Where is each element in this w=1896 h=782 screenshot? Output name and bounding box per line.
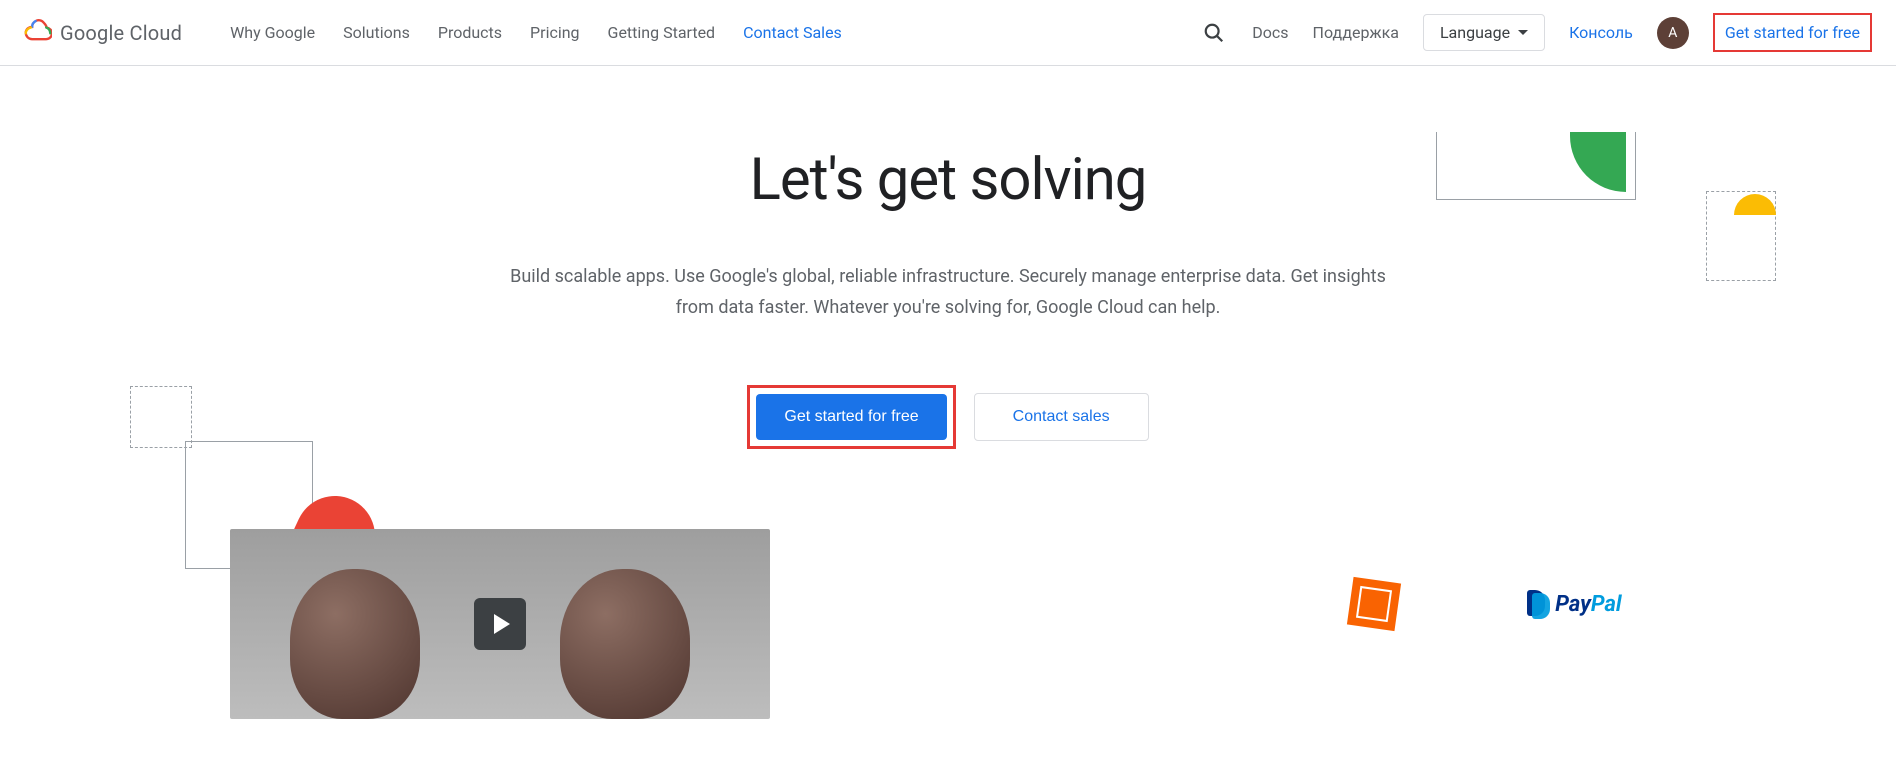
hero-subtitle: Build scalable apps. Use Google's global…: [508, 262, 1388, 323]
paypal-logo: PayPal: [1527, 590, 1621, 618]
brand-text: Google Cloud: [60, 21, 182, 45]
avatar-letter: A: [1668, 25, 1677, 41]
play-icon: [474, 598, 526, 650]
contact-sales-hero-label: Contact sales: [1013, 408, 1110, 425]
highlight-box: Get started for free: [747, 385, 955, 449]
docs-link[interactable]: Docs: [1252, 23, 1288, 42]
customer-logos-card: PayPal: [1256, 529, 1716, 679]
hero-section: Let's get solving Build scalable apps. U…: [0, 66, 1896, 719]
paypal-text-pal: Pal: [1591, 592, 1622, 617]
get-started-top-button[interactable]: Get started for free: [1713, 13, 1872, 52]
person-image-right: [560, 569, 690, 719]
avatar[interactable]: A: [1657, 17, 1689, 49]
search-icon[interactable]: [1200, 19, 1228, 47]
language-label: Language: [1440, 23, 1510, 42]
paypal-text-pay: Pay: [1555, 592, 1591, 617]
contact-sales-hero-button[interactable]: Contact sales: [974, 393, 1149, 441]
nav-why-google[interactable]: Why Google: [230, 23, 315, 42]
google-cloud-icon: [24, 19, 52, 47]
nav-getting-started[interactable]: Getting Started: [608, 23, 716, 42]
brand-logo[interactable]: Google Cloud: [24, 19, 182, 47]
get-started-hero-label: Get started for free: [784, 408, 918, 425]
get-started-hero-button[interactable]: Get started for free: [756, 394, 946, 440]
top-header: Google Cloud Why Google Solutions Produc…: [0, 0, 1896, 66]
decorative-dashed-left: [130, 386, 192, 448]
paypal-mark-icon: [1527, 590, 1549, 618]
primary-nav: Why Google Solutions Products Pricing Ge…: [230, 23, 842, 42]
header-right: Docs Поддержка Language Консоль A Get st…: [1200, 13, 1872, 52]
language-dropdown[interactable]: Language: [1423, 14, 1545, 51]
video-thumbnail[interactable]: [230, 529, 770, 719]
hero-cta-row: Get started for free Contact sales: [0, 385, 1896, 449]
nav-products[interactable]: Products: [438, 23, 502, 42]
nav-solutions[interactable]: Solutions: [343, 23, 410, 42]
console-link[interactable]: Консоль: [1569, 23, 1633, 42]
lower-section: PayPal: [0, 529, 1896, 719]
get-started-top-label: Get started for free: [1725, 23, 1860, 42]
person-image-left: [290, 569, 420, 719]
support-link[interactable]: Поддержка: [1313, 23, 1399, 42]
caret-down-icon: [1518, 30, 1528, 35]
nav-contact-sales[interactable]: Contact Sales: [743, 23, 842, 42]
home-depot-logo-icon: [1347, 577, 1401, 631]
nav-pricing[interactable]: Pricing: [530, 23, 580, 42]
